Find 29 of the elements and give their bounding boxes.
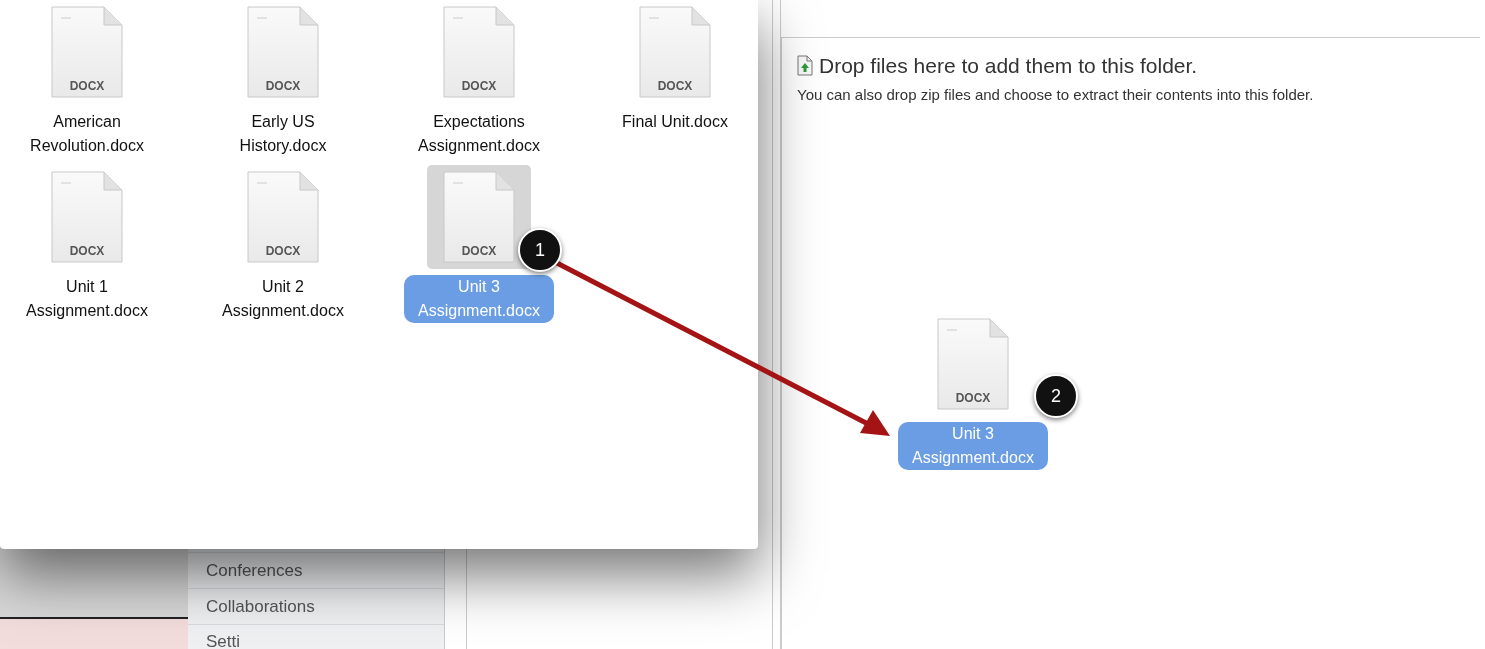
file-name[interactable]: Expectations Assignment.docx — [404, 110, 554, 158]
sidebar-item[interactable]: Collaborations — [188, 588, 444, 624]
document-icon — [639, 6, 711, 98]
file-name[interactable]: Unit 2 Assignment.docx — [208, 275, 358, 323]
drop-zone-title: Drop files here to add them to this folder. — [819, 53, 1198, 79]
file-name[interactable]: American Revolution.docx — [12, 110, 162, 158]
step-number-badge: 2 — [1034, 374, 1078, 418]
document-icon — [247, 171, 319, 263]
document-icon — [937, 318, 1009, 410]
sidebar-item[interactable]: Setti — [188, 624, 444, 649]
file-name[interactable]: Early US History.docx — [208, 110, 358, 158]
file-type-label: DOCX — [954, 392, 992, 404]
file-type-label: DOCX — [264, 80, 302, 92]
file-type-label: DOCX — [68, 80, 106, 92]
sidebar-item[interactable]: Conferences — [188, 552, 444, 588]
file-type-label: DOCX — [68, 245, 106, 257]
file-type-label: DOCX — [460, 245, 498, 257]
document-icon — [247, 6, 319, 98]
file-type-label: DOCX — [460, 80, 498, 92]
document-icon — [443, 6, 515, 98]
file-type-label: DOCX — [656, 80, 694, 92]
document-icon — [443, 171, 515, 263]
file-name[interactable]: Final Unit.docx — [622, 110, 728, 134]
file-type-label: DOCX — [264, 245, 302, 257]
upload-file-icon — [797, 55, 813, 77]
document-icon — [51, 171, 123, 263]
drop-zone-hint: You can also drop zip files and choose to extract their contents into this folder. — [797, 84, 1315, 105]
file-name[interactable]: Unit 1 Assignment.docx — [12, 275, 162, 323]
document-icon — [51, 6, 123, 98]
